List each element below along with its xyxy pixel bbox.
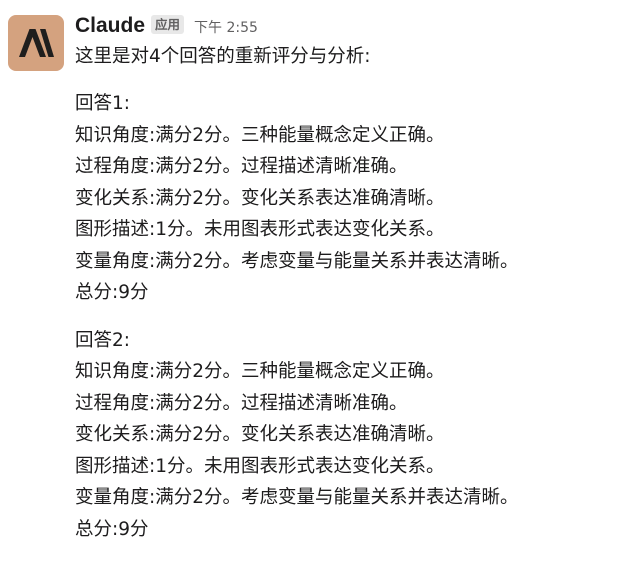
answer-title: 回答1: (75, 93, 131, 114)
message-header: Claude 应用 下午 2:55 (75, 12, 625, 40)
app-badge: 应用 (151, 14, 185, 34)
answer-line: 变化关系:满分2分。变化关系表达准确清晰。 (75, 424, 445, 445)
answer-line: 图形描述:1分。未用图表形式表达变化关系。 (75, 219, 445, 240)
answer-line: 变量角度:满分2分。考虑变量与能量关系并表达清晰。 (75, 250, 519, 272)
answer-line: 图形描述:1分。未用图表形式表达变化关系。 (75, 455, 445, 477)
answer-line: 知识角度:满分2分。三种能量概念定义正确。 (75, 124, 445, 146)
answer-total: 总分:9分 (75, 282, 149, 303)
message-intro: 这里是对4个回答的重新评分与分析: (75, 46, 371, 67)
anthropic-logo-icon (19, 29, 54, 57)
timestamp[interactable]: 下午 2:55 (194, 17, 258, 37)
answer-block: 回答2: 知识角度:满分2分。三种能量概念定义正确。 过程角度:满分2分。过程描… (75, 325, 625, 546)
answer-line: 过程角度:满分2分。过程描述清晰准确。 (75, 156, 408, 177)
answer-line: 过程角度:满分2分。过程描述清晰准确。 (75, 392, 408, 414)
sender-name[interactable]: Claude (75, 14, 145, 38)
message-content: Claude 应用 下午 2:55 这里是对4个回答的重新评分与分析: 回答1:… (75, 12, 625, 561)
answer-title: 回答2: (75, 329, 131, 351)
answer-line: 变化关系:满分2分。变化关系表达准确清晰。 (75, 187, 445, 209)
answer-block: 回答1: 知识角度:满分2分。三种能量概念定义正确。 过程角度:满分2分。过程描… (75, 88, 625, 309)
avatar[interactable] (8, 15, 64, 71)
answer-line: 知识角度:满分2分。三种能量概念定义正确。 (75, 361, 445, 382)
answer-total: 总分:9分 (75, 518, 149, 540)
answer-line: 变量角度:满分2分。考虑变量与能量关系并表达清晰。 (75, 487, 519, 508)
